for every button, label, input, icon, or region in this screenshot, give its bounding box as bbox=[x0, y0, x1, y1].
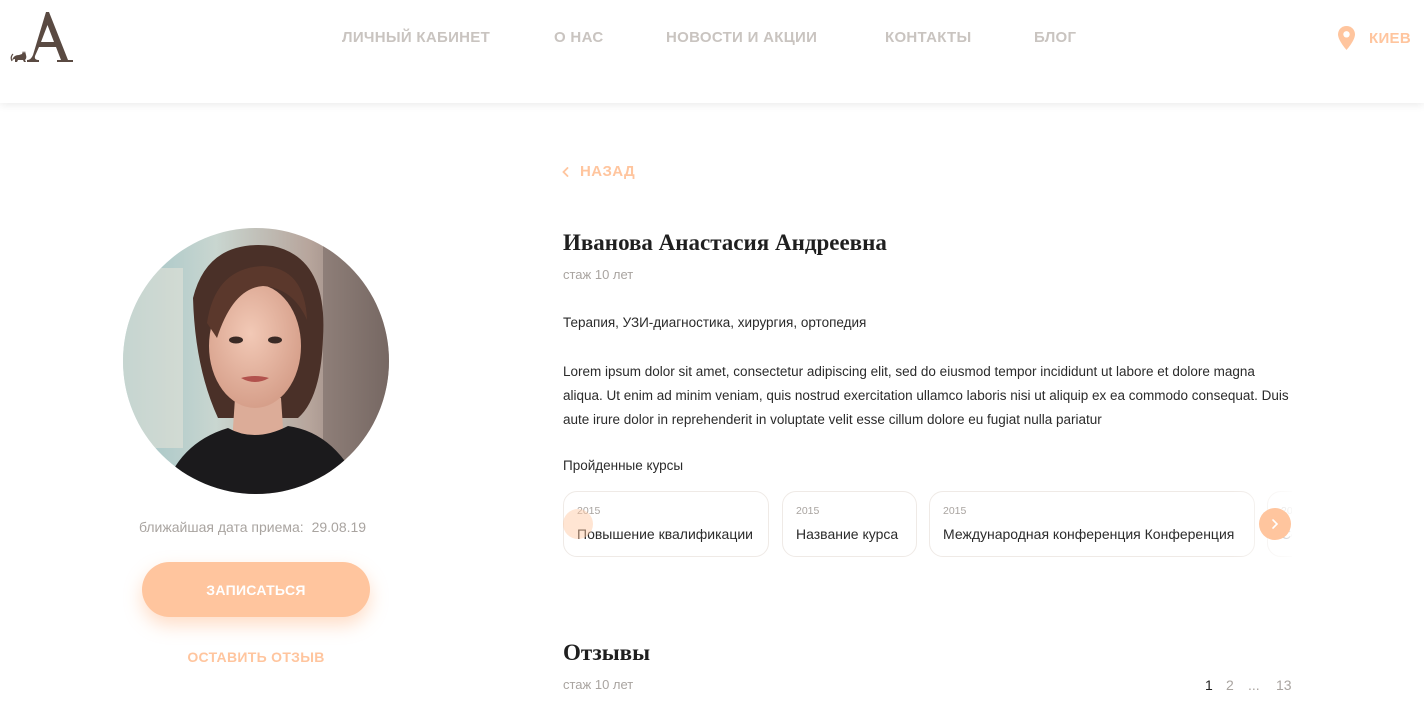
course-year: 2015 bbox=[796, 505, 820, 517]
reviews-title: Отзывы bbox=[563, 640, 651, 665]
course-card[interactable]: 2015 Международная конференция Конференц… bbox=[929, 491, 1255, 557]
doctor-experience: стаж 10 лет bbox=[563, 267, 634, 282]
doctor-description: Lorem ipsum dolor sit amet, consectetur … bbox=[563, 364, 1289, 427]
course-name: Повышение квалификации bbox=[577, 526, 753, 542]
city-label: КИЕВ bbox=[1369, 29, 1411, 47]
map-pin-icon bbox=[1338, 26, 1355, 50]
nav-item-news[interactable]: НОВОСТИ И АКЦИИ bbox=[666, 29, 817, 46]
doctor-name: Иванова Анастасия Андреевна bbox=[563, 230, 887, 255]
carousel-prev-button[interactable] bbox=[563, 509, 593, 539]
page-ellipsis: ... bbox=[1248, 677, 1260, 693]
doctor-specialties: Терапия, УЗИ-диагностика, хирургия, орто… bbox=[563, 315, 867, 330]
back-link[interactable]: НАЗАД bbox=[562, 163, 635, 180]
nav-item-cabinet[interactable]: ЛИЧНЫЙ КАБИНЕТ bbox=[342, 29, 490, 46]
course-name: Международная конференция Конференция bbox=[943, 526, 1235, 542]
nav-item-blog[interactable]: БЛОГ bbox=[1034, 29, 1076, 46]
course-year: 2015 bbox=[577, 505, 601, 517]
pagination: 1 2 ... 13 bbox=[1200, 677, 1295, 695]
course-card[interactable]: 2015 Повышение квалификации bbox=[563, 491, 769, 557]
city-selector[interactable]: КИЕВ bbox=[1338, 25, 1411, 51]
doctor-photo bbox=[123, 228, 389, 494]
course-name: Название курса bbox=[796, 526, 899, 542]
courses-title: Пройденные курсы bbox=[563, 458, 684, 473]
nav-item-about[interactable]: О НАС bbox=[554, 29, 603, 46]
main-nav: ЛИЧНЫЙ КАБИНЕТ О НАС НОВОСТИ И АКЦИИ КОН… bbox=[0, 29, 1424, 49]
course-card[interactable]: 2015 Название курса bbox=[782, 491, 917, 557]
next-appointment: ближайшая дата приема: 29.08.19 bbox=[139, 519, 379, 535]
chevron-right-icon bbox=[1272, 519, 1279, 529]
next-date-label: ближайшая дата приема: bbox=[139, 519, 304, 535]
nav-item-contacts[interactable]: КОНТАКТЫ bbox=[885, 29, 971, 46]
page-2[interactable]: 2 bbox=[1226, 677, 1234, 693]
doctor-avatar bbox=[123, 228, 389, 494]
carousel-next-button[interactable] bbox=[1259, 508, 1291, 540]
chevron-left-icon bbox=[562, 166, 569, 177]
site-header: ЛИЧНЫЙ КАБИНЕТ О НАС НОВОСТИ И АКЦИИ КОН… bbox=[0, 0, 1424, 103]
back-label: НАЗАД bbox=[580, 163, 636, 180]
leave-review-link[interactable]: ОСТАВИТЬ ОТЗЫВ bbox=[142, 649, 370, 665]
book-appointment-button[interactable]: ЗАПИСАТЬСЯ bbox=[142, 562, 370, 617]
page-13[interactable]: 13 bbox=[1276, 677, 1292, 693]
reviews-subtitle: стаж 10 лет bbox=[563, 677, 634, 692]
next-date-value: 29.08.19 bbox=[311, 519, 367, 535]
course-year: 2015 bbox=[943, 505, 967, 517]
courses-carousel: 2015 Повышение квалификации 2015 Названи… bbox=[563, 490, 1292, 560]
page-1[interactable]: 1 bbox=[1205, 677, 1213, 693]
